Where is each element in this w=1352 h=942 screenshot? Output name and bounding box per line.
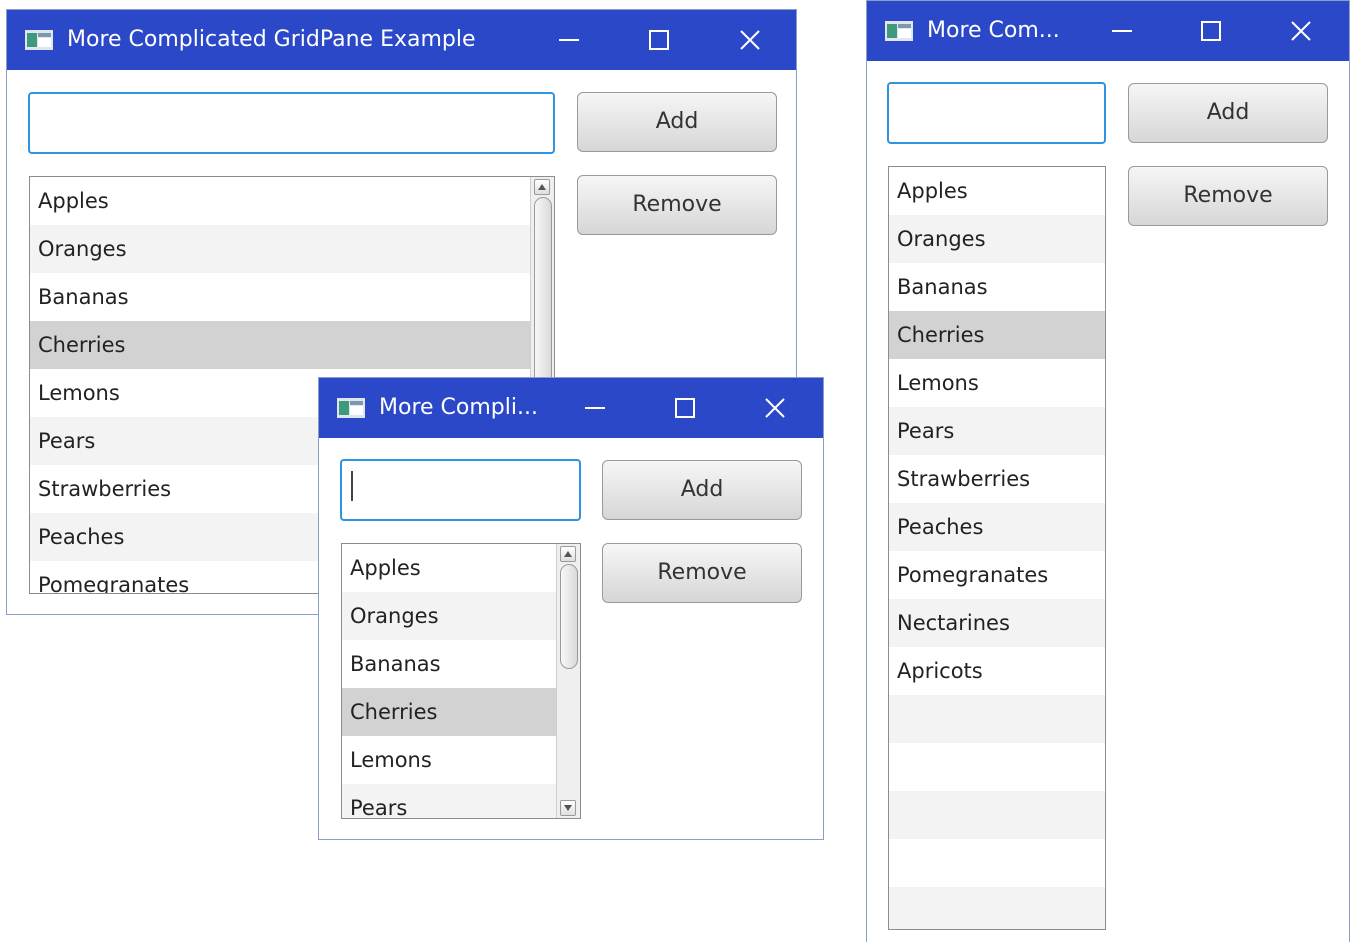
list-item-selected[interactable]: Cherries	[30, 321, 530, 369]
maximize-icon	[1201, 21, 1221, 41]
close-icon	[765, 398, 785, 418]
list-item[interactable]: Bananas	[889, 263, 1105, 311]
window-3-remove-button[interactable]: Remove	[1128, 166, 1328, 226]
close-icon	[1291, 21, 1311, 41]
window-2-maximize-button[interactable]	[663, 378, 707, 438]
list-item[interactable]: Lemons	[889, 359, 1105, 407]
list-item[interactable]: Bananas	[342, 640, 556, 688]
list-item[interactable]: Peaches	[889, 503, 1105, 551]
scroll-up-arrow-icon[interactable]	[534, 179, 550, 195]
window-3-close-button[interactable]	[1279, 1, 1323, 61]
minimize-icon	[559, 39, 579, 41]
list-item[interactable]: Apples	[30, 177, 530, 225]
list-item[interactable]: Bananas	[30, 273, 530, 321]
java-app-icon	[25, 30, 53, 50]
window-2-list-view[interactable]: Apples Oranges Bananas Cherries Lemons P…	[341, 543, 581, 819]
list-item[interactable]: Pears	[889, 407, 1105, 455]
list-item-selected[interactable]: Cherries	[889, 311, 1105, 359]
java-app-icon	[337, 398, 365, 418]
window-3-title: More Com...	[927, 18, 1060, 43]
list-item-empty	[889, 791, 1105, 839]
window-2-vertical-scrollbar[interactable]	[556, 544, 580, 818]
list-item[interactable]: Pomegranates	[889, 551, 1105, 599]
list-item[interactable]: Pears	[342, 784, 556, 818]
window-3-list-rows: Apples Oranges Bananas Cherries Lemons P…	[889, 167, 1105, 929]
maximize-icon	[649, 30, 669, 50]
window-3-list-view[interactable]: Apples Oranges Bananas Cherries Lemons P…	[888, 166, 1106, 930]
window-2-text-input[interactable]	[340, 459, 581, 521]
window-2-remove-button[interactable]: Remove	[602, 543, 802, 603]
minimize-icon	[585, 407, 605, 409]
list-item[interactable]: Oranges	[30, 225, 530, 273]
minimize-icon	[1112, 30, 1132, 32]
window-3-text-input[interactable]	[887, 82, 1106, 144]
list-item[interactable]: Apples	[889, 167, 1105, 215]
window-2-title: More Compli...	[379, 395, 538, 420]
window-1-minimize-button[interactable]	[547, 10, 591, 70]
scroll-down-arrow-icon[interactable]	[560, 800, 576, 816]
window-1-title: More Complicated GridPane Example	[67, 27, 476, 52]
list-item-empty	[889, 743, 1105, 791]
scroll-thumb[interactable]	[560, 564, 578, 669]
list-item[interactable]: Apples	[342, 544, 556, 592]
window-1-close-button[interactable]	[728, 10, 772, 70]
window-3-add-button[interactable]: Add	[1128, 83, 1328, 143]
triangle-up-icon	[538, 184, 546, 190]
list-item-empty	[889, 695, 1105, 743]
list-item[interactable]: Apricots	[889, 647, 1105, 695]
list-item[interactable]: Oranges	[342, 592, 556, 640]
maximize-icon	[675, 398, 695, 418]
window-1-maximize-button[interactable]	[637, 10, 681, 70]
list-item-empty	[889, 887, 1105, 929]
list-item[interactable]: Strawberries	[889, 455, 1105, 503]
list-item-selected[interactable]: Cherries	[342, 688, 556, 736]
list-item[interactable]: Oranges	[889, 215, 1105, 263]
window-2-list-rows: Apples Oranges Bananas Cherries Lemons P…	[342, 544, 556, 818]
window-1-add-button[interactable]: Add	[577, 92, 777, 152]
java-app-icon	[885, 21, 913, 41]
window-3: More Com... Add Remove Apples Oranges Ba…	[866, 0, 1350, 942]
close-icon	[740, 30, 760, 50]
triangle-down-icon	[564, 805, 572, 811]
window-3-maximize-button[interactable]	[1189, 1, 1233, 61]
window-1-remove-button[interactable]: Remove	[577, 175, 777, 235]
text-caret	[351, 471, 353, 501]
triangle-up-icon	[564, 551, 572, 557]
window-2-titlebar[interactable]: More Compli...	[319, 378, 823, 438]
list-item-empty	[889, 839, 1105, 887]
list-item[interactable]: Nectarines	[889, 599, 1105, 647]
window-1-text-input[interactable]	[28, 92, 555, 154]
scroll-up-arrow-icon[interactable]	[560, 546, 576, 562]
window-2-add-button[interactable]: Add	[602, 460, 802, 520]
window-2-close-button[interactable]	[753, 378, 797, 438]
window-3-titlebar[interactable]: More Com...	[867, 1, 1349, 61]
window-2-minimize-button[interactable]	[573, 378, 617, 438]
window-2-text-input-wrapper	[340, 459, 581, 521]
window-1-titlebar[interactable]: More Complicated GridPane Example	[7, 10, 796, 70]
list-item[interactable]: Lemons	[342, 736, 556, 784]
window-2: More Compli... Add Remove Apples Oranges…	[318, 377, 824, 840]
window-3-minimize-button[interactable]	[1100, 1, 1144, 61]
